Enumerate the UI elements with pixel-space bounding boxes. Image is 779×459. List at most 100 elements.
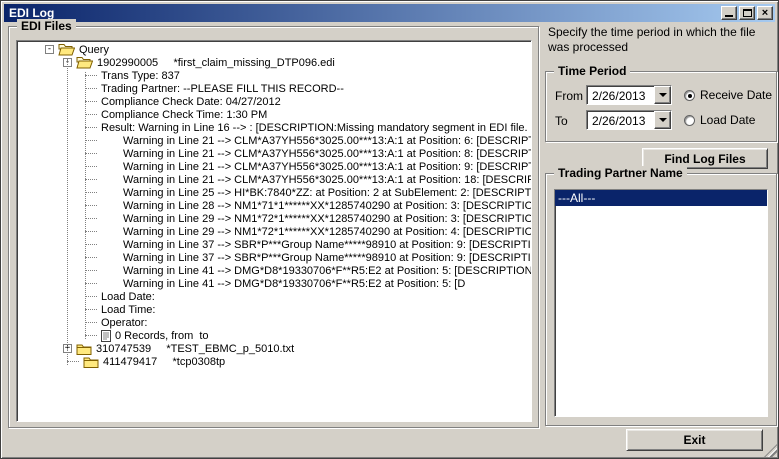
edi-files-label: EDI Files	[17, 19, 76, 33]
tree-node[interactable]: 0 Records, from to	[19, 329, 531, 342]
tree-node-label: Operator:	[101, 316, 148, 329]
receive-date-label: Receive Date	[700, 88, 773, 102]
load-date-label: Load Date	[700, 113, 756, 127]
maximize-icon	[742, 9, 752, 17]
tree-node-label: Warning in Line 37 --> SBR*P***Group Nam…	[123, 238, 531, 251]
tree-connector	[85, 231, 97, 232]
close-icon: ×	[761, 7, 769, 19]
exit-button[interactable]: Exit	[626, 429, 763, 451]
tree-node[interactable]: Compliance Check Time: 1:30 PM	[19, 108, 531, 121]
minimize-button[interactable]	[721, 6, 737, 20]
tree-node[interactable]: Operator:	[19, 316, 531, 329]
tree-node[interactable]: Load Time:	[19, 303, 531, 316]
trading-partner-group: Trading Partner Name ---All---	[545, 166, 777, 426]
tree-guide-line	[85, 72, 86, 339]
chevron-down-icon	[658, 118, 667, 122]
dialog-client-area: EDI Files - Query -1902990005 *first_claim…	[4, 19, 777, 455]
tree-node[interactable]: Warning in Line 28 --> NM1*71*1******XX*…	[19, 199, 531, 212]
tree-node-label: Load Time:	[101, 303, 156, 316]
tree-node[interactable]: 411479417 *tcp0308tp	[19, 355, 531, 368]
tree-connector	[67, 361, 79, 362]
collapse-icon[interactable]: -	[45, 45, 54, 54]
tree-node[interactable]: +310747539 *TEST_EBMC_p_5010.txt	[19, 342, 531, 355]
tree-node[interactable]: Load Date:	[19, 290, 531, 303]
tree-node-label: Warning in Line 29 --> NM1*72*1******XX*…	[123, 212, 532, 225]
tree-node-label: Trans Type: 837	[101, 69, 180, 82]
trading-partner-listbox[interactable]: ---All---	[554, 189, 768, 417]
tree-connector	[85, 296, 97, 297]
to-date-value: 2/26/2013	[592, 114, 646, 128]
titlebar[interactable]: EDI Log ×	[4, 4, 775, 22]
tree-node-label: Warning in Line 37 --> SBR*P***Group Nam…	[123, 251, 531, 264]
tree-node[interactable]: Warning in Line 25 --> HI*BK:7840*ZZ: at…	[19, 186, 531, 199]
tree-connector	[85, 244, 97, 245]
trading-partner-label: Trading Partner Name	[554, 166, 687, 180]
tree-node[interactable]: Warning in Line 29 --> NM1*72*1******XX*…	[19, 212, 531, 225]
tree-node-label: Compliance Check Date: 04/27/2012	[101, 95, 281, 108]
tree-node-label: Warning in Line 21 --> CLM*A37YH556*3025…	[123, 134, 531, 147]
to-label: To	[555, 114, 568, 128]
receive-date-radio[interactable]: Receive Date	[684, 88, 772, 102]
tree-connector	[85, 114, 97, 115]
folder-closed-icon	[76, 343, 92, 355]
tree-node-label: Warning in Line 25 --> HI*BK:7840*ZZ: at…	[123, 186, 532, 199]
tree-connector	[85, 322, 97, 323]
tree-node[interactable]: Warning in Line 21 --> CLM*A37YH556*3025…	[19, 160, 531, 173]
tree-node-label: Warning in Line 41 --> DMG*D8*19330706*F…	[123, 264, 532, 277]
tree-node-label: Compliance Check Time: 1:30 PM	[101, 108, 268, 121]
tree-connector	[85, 140, 97, 141]
from-date-combo[interactable]: 2/26/2013	[586, 85, 672, 105]
time-period-label: Time Period	[554, 64, 631, 78]
tree-node-label: 310747539 *TEST_EBMC_p_5010.txt	[96, 342, 295, 355]
chevron-down-icon	[658, 93, 667, 97]
tree-node-label: 1902990005 *first_claim_missing_DTP096.e…	[97, 56, 335, 69]
tree-connector	[85, 101, 97, 102]
tree-node-label: Query	[79, 43, 109, 56]
tree-connector	[85, 283, 97, 284]
tree-node-label: Warning in Line 21 --> CLM*A37YH556*3025…	[123, 173, 531, 186]
window-title: EDI Log	[9, 6, 55, 20]
tree-node[interactable]: Trading Partner: --PLEASE FILL THIS RECO…	[19, 82, 531, 95]
tree-node[interactable]: Warning in Line 37 --> SBR*P***Group Nam…	[19, 251, 531, 264]
tree-node-label: Result: Warning in Line 16 --> : [DESCRI…	[101, 121, 531, 134]
tree-node-label: Trading Partner: --PLEASE FILL THIS RECO…	[101, 82, 344, 95]
tree-connector	[85, 179, 97, 180]
tree-node[interactable]: Result: Warning in Line 16 --> : [DESCRI…	[19, 121, 531, 134]
tree-connector	[85, 257, 97, 258]
tree-node[interactable]: Warning in Line 29 --> NM1*72*1******XX*…	[19, 225, 531, 238]
tree-node-label: Warning in Line 41 --> DMG*D8*19330706*F…	[123, 277, 466, 290]
tree-connector	[85, 166, 97, 167]
radio-icon[interactable]	[684, 89, 695, 101]
tree-connector	[85, 335, 97, 336]
tree-node[interactable]: Warning in Line 41 --> DMG*D8*19330706*F…	[19, 277, 531, 290]
tree-node[interactable]: -1902990005 *first_claim_missing_DTP096.…	[19, 56, 531, 69]
from-dropdown-button[interactable]	[654, 86, 671, 104]
tree-node-label: Warning in Line 21 --> CLM*A37YH556*3025…	[123, 147, 531, 160]
edi-log-window: EDI Log × EDI Files - Query -1902990005 *f…	[0, 0, 779, 459]
minimize-icon	[725, 15, 733, 17]
tree-connector	[85, 75, 97, 76]
file-tree[interactable]: - Query -1902990005 *first_claim_missing_D…	[16, 40, 532, 422]
to-dropdown-button[interactable]	[654, 111, 671, 129]
tree-node[interactable]: Compliance Check Date: 04/27/2012	[19, 95, 531, 108]
to-date-combo[interactable]: 2/26/2013	[586, 110, 672, 130]
tree-node[interactable]: Warning in Line 21 --> CLM*A37YH556*3025…	[19, 134, 531, 147]
tree-node[interactable]: Trans Type: 837	[19, 69, 531, 82]
tree-node[interactable]: Warning in Line 21 --> CLM*A37YH556*3025…	[19, 173, 531, 186]
tree-node[interactable]: Warning in Line 37 --> SBR*P***Group Nam…	[19, 238, 531, 251]
tree-node[interactable]: Warning in Line 41 --> DMG*D8*19330706*F…	[19, 264, 531, 277]
close-button[interactable]: ×	[757, 6, 773, 20]
tree-node-label: 411479417 *tcp0308tp	[103, 355, 226, 368]
tree-node[interactable]: Warning in Line 21 --> CLM*A37YH556*3025…	[19, 147, 531, 160]
tree-connector	[85, 309, 97, 310]
load-date-radio[interactable]: Load Date	[684, 113, 755, 127]
tree-node-label: Warning in Line 21 --> CLM*A37YH556*3025…	[123, 160, 531, 173]
doc-icon	[101, 329, 111, 342]
maximize-button[interactable]	[739, 6, 755, 20]
from-date-value: 2/26/2013	[592, 89, 646, 103]
tree-node[interactable]: - Query	[19, 43, 531, 56]
radio-icon[interactable]	[684, 114, 695, 126]
edi-files-group: EDI Files - Query -1902990005 *first_claim…	[8, 19, 539, 428]
tree-guide-line	[67, 59, 68, 365]
listbox-item[interactable]: ---All---	[555, 190, 767, 206]
